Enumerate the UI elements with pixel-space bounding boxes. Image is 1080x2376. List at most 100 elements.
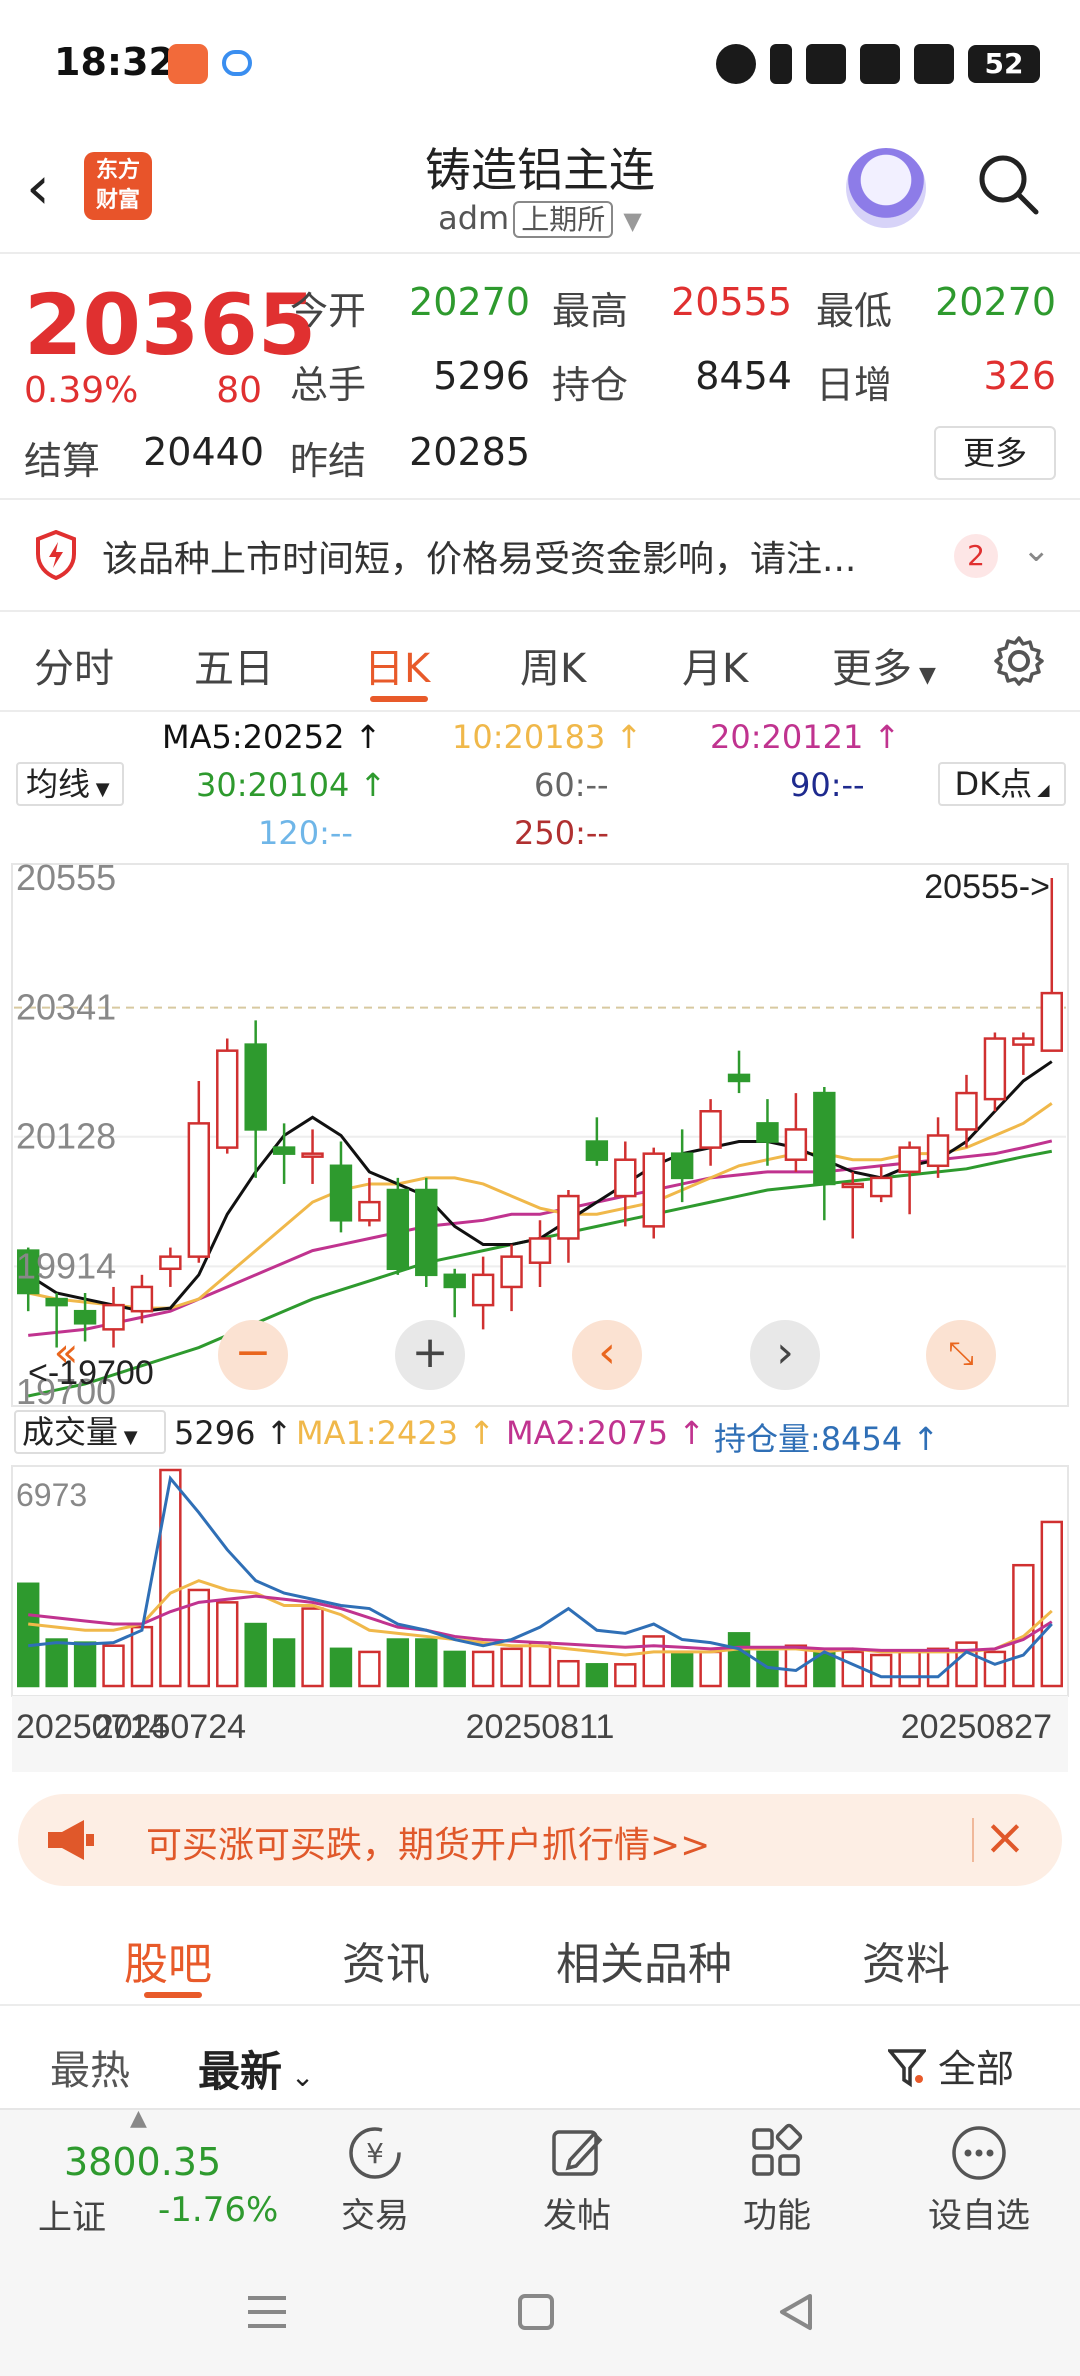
promo-banner[interactable]: 可买涨可买跌，期货开户抓行情>> × (18, 1794, 1062, 1886)
candle-up (500, 1255, 523, 1289)
kline-chart[interactable]: 20555 20341 20128 19914 19700 20555-> <-19700 6… (0, 858, 1080, 1778)
scroll-left-button[interactable]: ‹ (572, 1320, 642, 1390)
shield-icon (36, 530, 76, 580)
notice-text: 该品种上市时间短，价格易受资金影响，请注... (102, 539, 857, 580)
volume-bar-down (585, 1663, 609, 1688)
volume-ma2-label: MA2:2075 ↑ (506, 1414, 706, 1452)
corner-triangle-icon: ◢ (1032, 780, 1050, 799)
promo-text: 可买涨可买跌，期货开户抓行情>> (146, 1825, 711, 1866)
nav-trade[interactable]: ¥ 交易 (310, 2122, 440, 2237)
tab-guba[interactable]: 股吧 (124, 1928, 212, 1992)
x-axis-date-label: 20250827 (901, 1708, 1052, 1746)
chevron-down-icon[interactable]: ⌄ (1022, 530, 1051, 570)
chevron-down-icon: ▼ (90, 779, 110, 800)
volume-label: 总手 (290, 363, 367, 407)
volume-bar-down (415, 1638, 438, 1688)
search-icon[interactable] (976, 152, 1040, 216)
tab-weekly-k[interactable]: 周K (520, 636, 586, 694)
filter-all[interactable]: 全部 (886, 2038, 1014, 2093)
zoom-in-button[interactable]: + (395, 1320, 465, 1390)
sort-newest-label: 最新 (198, 2047, 283, 2096)
alarm-icon (716, 44, 756, 84)
volume-bar-down (17, 1582, 40, 1688)
high-value: 20555 (671, 280, 792, 324)
candle-up (869, 1176, 893, 1198)
tab-related[interactable]: 相关品种 (556, 1928, 732, 1992)
candle-up (614, 1158, 637, 1198)
fullscreen-button[interactable]: ⤡ (926, 1320, 996, 1390)
chevron-down-icon: ▼ (118, 1427, 138, 1448)
moving-average-legend: MA5:20252 ↑ 10:20183 ↑ 20:20121 ↑ 均线 ▼ 3… (0, 712, 1080, 858)
price-tick-label: 20341 (16, 987, 116, 1028)
chevron-down-icon: ▼ (912, 663, 936, 688)
volume-bar-up (614, 1663, 637, 1688)
signal-5g-icon-2 (914, 44, 954, 84)
max-price-label: 20555-> (924, 868, 1050, 906)
volume-ma2-line (28, 1594, 1053, 1652)
nav-add-watchlist[interactable]: 设自选 (914, 2122, 1044, 2237)
open-interest-label: 持仓 (552, 363, 629, 407)
volume-bar-down (73, 1641, 97, 1688)
volume-bar-down (45, 1638, 68, 1688)
assistant-robot-icon[interactable] (846, 148, 926, 228)
volume-bar-down (727, 1632, 751, 1688)
top-header: ‹ 东方 财富 铸造铝主连 adm 上期所 ▼ (0, 128, 1080, 252)
candle-down (443, 1273, 466, 1289)
low-label: 最低 (816, 289, 893, 333)
candle-up (102, 1303, 125, 1331)
exchange-tag: 上期所 (513, 201, 614, 238)
more-button[interactable]: 更多 (934, 426, 1056, 480)
volume-ma1-label: MA1:2423 ↑ (296, 1414, 496, 1452)
volume-bar-up (557, 1659, 580, 1688)
menu-icon[interactable] (242, 2292, 292, 2332)
ma10-value: 10:20183 ↑ (452, 718, 643, 756)
rewind-icon[interactable]: « (38, 1320, 94, 1390)
price-tick-label: 19914 (16, 1245, 116, 1286)
dk-point-button[interactable]: DK点 ◢ (938, 762, 1066, 806)
home-icon[interactable] (514, 2290, 558, 2334)
candle-up (898, 1146, 921, 1174)
nav-post[interactable]: 发帖 (512, 2122, 642, 2237)
candle-down (813, 1091, 836, 1186)
candle-up (699, 1110, 722, 1149)
price-tick-label: 20128 (16, 1116, 116, 1157)
tab-daily-k[interactable]: 日K (364, 636, 430, 694)
settlement-label: 结算 (24, 439, 101, 483)
volume-bar-down (244, 1622, 267, 1688)
x-axis-date-label: 20250811 (466, 1708, 615, 1746)
candle-up (216, 1049, 239, 1149)
status-bar: 18:32 52 (0, 0, 1080, 128)
candle-up (528, 1237, 552, 1264)
kline-chart-svg[interactable]: 205552034120128199141970020555-><-197006… (0, 858, 1080, 1778)
nav-functions-label: 功能 (743, 2196, 811, 2236)
risk-notice[interactable]: 该品种上市时间短，价格易受资金影响，请注... 2 ⌄ (0, 500, 1080, 610)
volume-bar-up (216, 1601, 239, 1688)
indicator-selector[interactable]: 均线 ▼ (16, 762, 124, 806)
chart-period-tabs: 分时 五日 日K 周K 月K 更多 ▼ (0, 612, 1080, 712)
tab-profile[interactable]: 资料 (862, 1928, 950, 1992)
grid-icon (752, 2123, 803, 2176)
back-triangle-icon[interactable] (774, 2290, 818, 2334)
close-icon[interactable]: × (984, 1808, 1026, 1866)
sort-newest[interactable]: 最新 ⌄ (198, 2038, 314, 2099)
tab-intraday[interactable]: 分时 (34, 636, 114, 694)
gear-icon[interactable] (992, 634, 1046, 688)
candle-down (45, 1297, 68, 1307)
scroll-right-button[interactable]: › (750, 1320, 820, 1390)
sort-hot[interactable]: 最热 (50, 2038, 130, 2096)
candle-up (983, 1037, 1007, 1101)
volume-bar-up (898, 1650, 921, 1688)
volume-bar-up (102, 1644, 125, 1688)
tab-news[interactable]: 资讯 (342, 1928, 430, 1992)
candle-down (329, 1164, 353, 1222)
ma60-value: 60:-- (534, 766, 609, 804)
volume-indicator-selector[interactable]: 成交量 ▼ (14, 1410, 166, 1454)
caret-up-icon: ▲ (130, 2106, 147, 2131)
tab-more[interactable]: 更多 ▼ (832, 636, 936, 694)
open-interest-line-label: 持仓量:8454 ↑ (714, 1420, 940, 1458)
zoom-out-button[interactable]: − (218, 1320, 288, 1390)
tab-monthly-k[interactable]: 月K (682, 636, 748, 694)
candle-down (670, 1152, 694, 1180)
tab-five-day[interactable]: 五日 (194, 636, 274, 694)
nav-functions[interactable]: 功能 (712, 2122, 842, 2237)
